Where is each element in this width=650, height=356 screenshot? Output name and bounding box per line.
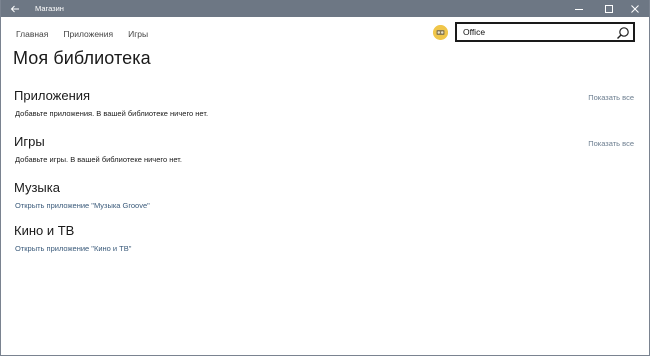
- back-button[interactable]: [1, 0, 29, 17]
- nav-item-games[interactable]: Игры: [128, 27, 148, 41]
- section-title-games: Игры: [14, 134, 45, 149]
- page-title: Моя библиотека: [13, 48, 151, 68]
- search-icon[interactable]: [616, 26, 630, 40]
- section-title-movies-tv: Кино и ТВ: [14, 223, 75, 238]
- nav-item-home[interactable]: Главная: [16, 27, 48, 41]
- back-arrow-icon: [10, 5, 19, 12]
- avatar-icon: [433, 25, 448, 40]
- user-avatar[interactable]: [433, 25, 448, 40]
- search-box[interactable]: Office: [455, 22, 635, 42]
- window-title: Магазин: [35, 4, 64, 13]
- title-bar: Магазин: [1, 0, 649, 17]
- maximize-icon: [605, 4, 613, 13]
- maximize-button[interactable]: [595, 0, 623, 17]
- section-title-music: Музыка: [14, 180, 60, 195]
- section-text-apps: Добавьте приложения. В вашей библиотеке …: [15, 109, 209, 118]
- show-all-games-link[interactable]: Показать все: [588, 139, 634, 148]
- search-input[interactable]: Office: [463, 24, 485, 41]
- close-icon: [631, 4, 639, 13]
- open-movies-tv-link[interactable]: Открыть приложение "Кино и ТВ": [15, 244, 131, 253]
- section-text-games: Добавьте игры. В вашей библиотеке ничего…: [15, 155, 182, 164]
- store-window: Магазин Главная Приложения Игры Office М…: [0, 0, 650, 356]
- section-title-apps: Приложения: [14, 88, 91, 103]
- top-nav: Главная Приложения Игры: [16, 27, 148, 41]
- open-groove-music-link[interactable]: Открыть приложение "Музыка Groove": [15, 201, 150, 210]
- close-button[interactable]: [621, 0, 649, 17]
- nav-item-apps[interactable]: Приложения: [63, 27, 113, 41]
- show-all-apps-link[interactable]: Показать все: [588, 93, 634, 102]
- minimize-button[interactable]: [565, 0, 593, 17]
- minimize-icon: [575, 8, 583, 10]
